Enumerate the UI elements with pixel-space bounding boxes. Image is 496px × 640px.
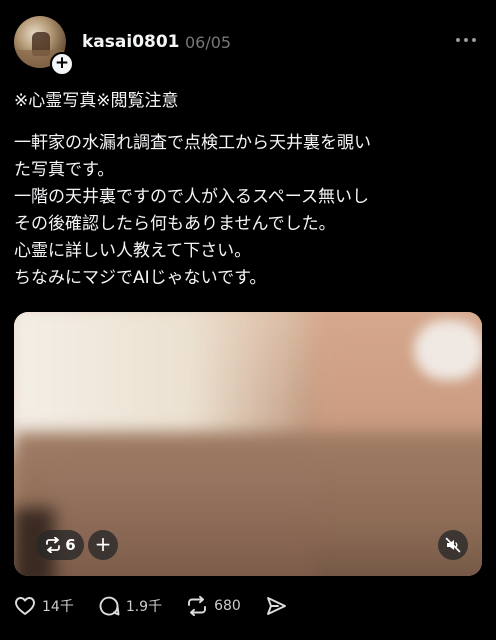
- post-title: ※心霊写真※閲覧注意: [14, 91, 179, 111]
- username[interactable]: kasai0801: [82, 32, 180, 52]
- post-video[interactable]: 6 +: [14, 312, 482, 576]
- reply-count: 1.9千: [125, 599, 163, 615]
- speaker-muted-icon: [445, 537, 461, 553]
- body-line: その後確認したら何もありませんでした。: [14, 214, 336, 234]
- blurred-highlight: [414, 320, 482, 380]
- mute-button[interactable]: [438, 530, 468, 560]
- post-body: 一軒家の水漏れ調査で点検工から天井裏を覗い た写真です。 一階の天井裏ですので人…: [14, 130, 484, 292]
- post-date: 06/05: [185, 33, 232, 52]
- blurred-ceiling-light: [14, 312, 314, 452]
- repost-count: 680: [214, 598, 241, 614]
- action-bar: 14千 1.9千 680: [14, 594, 311, 618]
- body-line: た写真です。: [14, 160, 115, 180]
- media-repost-chip[interactable]: 6: [36, 530, 84, 560]
- like-button[interactable]: 14千: [14, 596, 74, 616]
- blurred-lower-beam: [54, 472, 314, 576]
- body-line: 心霊に詳しい人教えて下さい。: [14, 241, 252, 261]
- repost-icon: [46, 537, 61, 553]
- thread-post: + kasai0801 06/05 ※心霊写真※閲覧注意 一軒家の水漏れ調査で点…: [0, 0, 496, 640]
- share-button[interactable]: [265, 596, 287, 616]
- follow-plus-icon[interactable]: +: [50, 52, 74, 76]
- media-repost-count: 6: [65, 536, 76, 554]
- body-line: ちなみにマジでAIじゃないです。: [14, 268, 267, 288]
- reply-button[interactable]: 1.9千: [98, 595, 162, 617]
- repost-button[interactable]: 680: [186, 596, 241, 616]
- dot: [472, 38, 476, 42]
- dot: [456, 38, 460, 42]
- more-dots-icon[interactable]: [456, 37, 476, 43]
- body-line: 一階の天井裏ですので人が入るスペース無いし: [14, 187, 369, 207]
- dot: [464, 38, 468, 42]
- body-line: 一軒家の水漏れ調査で点検工から天井裏を覗い: [14, 133, 371, 153]
- avatar-container[interactable]: +: [14, 16, 74, 76]
- like-count: 14千: [42, 599, 74, 615]
- heart-icon: [15, 597, 35, 615]
- reply-bubble-icon: [99, 596, 120, 616]
- media-add-button[interactable]: +: [88, 530, 118, 560]
- send-icon: [266, 597, 286, 615]
- repost-icon: [188, 596, 207, 616]
